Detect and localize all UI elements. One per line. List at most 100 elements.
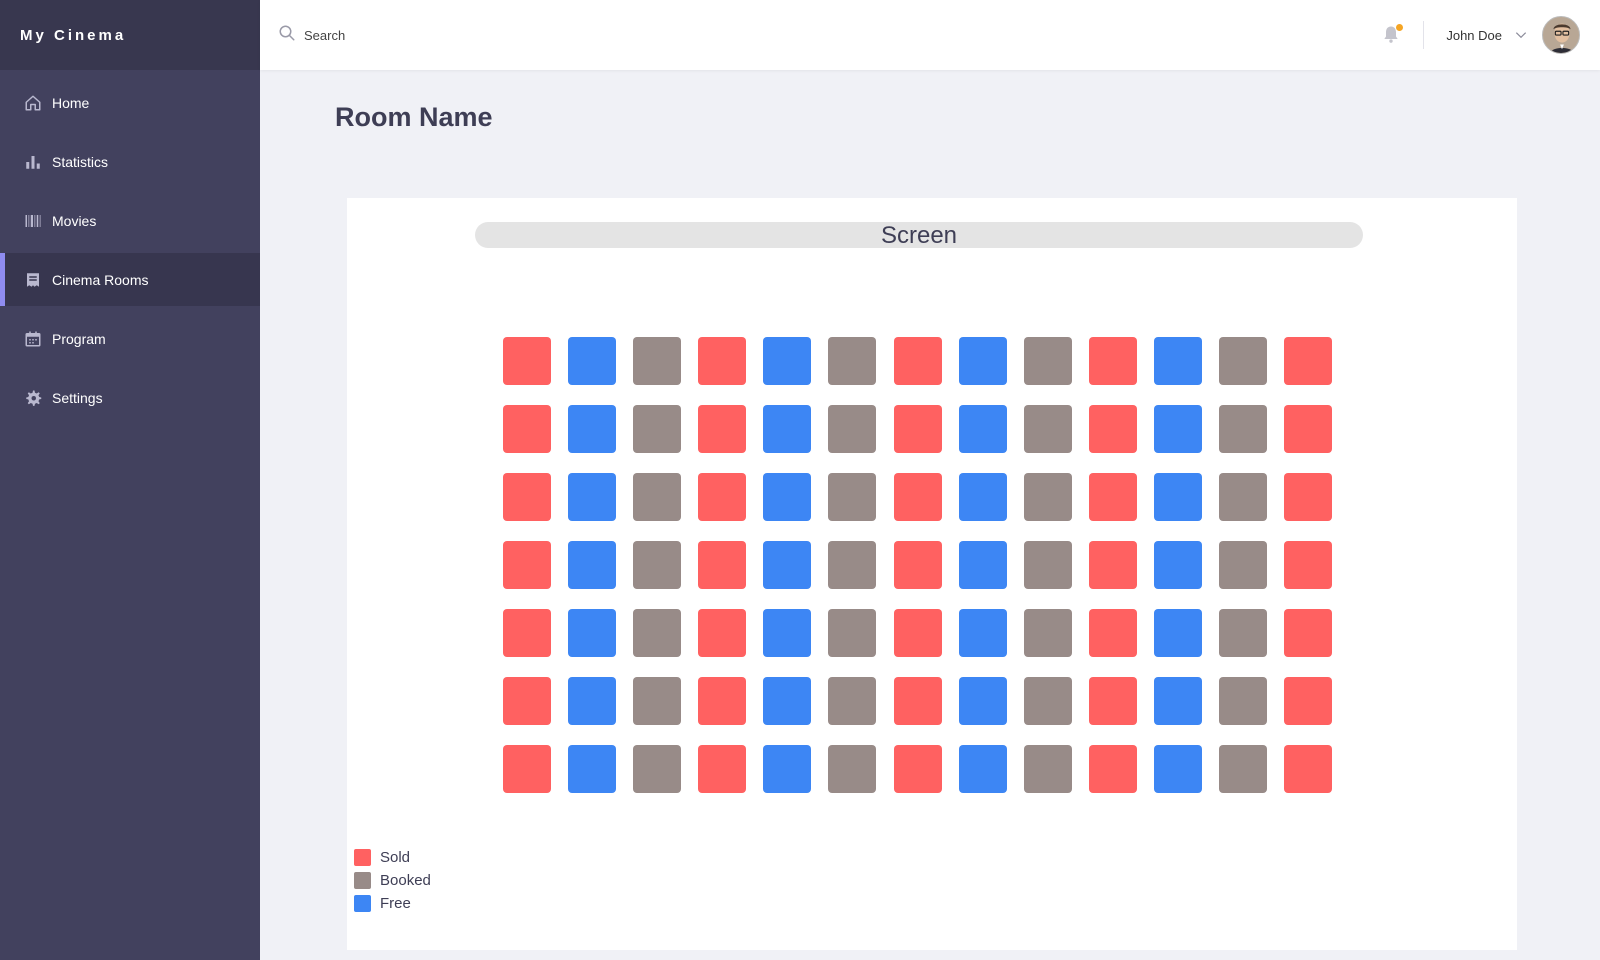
- seat-free[interactable]: [568, 745, 617, 793]
- seat-free[interactable]: [763, 405, 812, 453]
- seat-free[interactable]: [763, 677, 812, 725]
- seat-booked[interactable]: [1023, 745, 1072, 793]
- seat-booked[interactable]: [828, 405, 877, 453]
- seat-free[interactable]: [568, 405, 617, 453]
- seat-sold[interactable]: [1088, 405, 1137, 453]
- seat-free[interactable]: [568, 337, 617, 385]
- seat-booked[interactable]: [1023, 473, 1072, 521]
- sidebar-item-settings[interactable]: Settings: [0, 371, 260, 424]
- notification-bell-icon[interactable]: [1381, 24, 1404, 46]
- seat-sold[interactable]: [698, 541, 747, 589]
- seat-booked[interactable]: [828, 745, 877, 793]
- seat-booked[interactable]: [828, 609, 877, 657]
- seat-sold[interactable]: [893, 677, 942, 725]
- seat-booked[interactable]: [1219, 609, 1268, 657]
- seat-free[interactable]: [958, 677, 1007, 725]
- seat-booked[interactable]: [1023, 677, 1072, 725]
- user-name[interactable]: John Doe: [1446, 28, 1502, 43]
- seat-free[interactable]: [1153, 405, 1202, 453]
- seat-booked[interactable]: [1219, 405, 1268, 453]
- seat-sold[interactable]: [1088, 677, 1137, 725]
- seat-sold[interactable]: [503, 541, 551, 589]
- seat-sold[interactable]: [503, 745, 551, 793]
- seat-booked[interactable]: [1023, 337, 1072, 385]
- seat-free[interactable]: [763, 473, 812, 521]
- sidebar-item-movies[interactable]: Movies: [0, 194, 260, 247]
- seat-booked[interactable]: [633, 745, 682, 793]
- seat-sold[interactable]: [1284, 337, 1333, 385]
- seat-booked[interactable]: [828, 473, 877, 521]
- seat-sold[interactable]: [893, 745, 942, 793]
- seat-sold[interactable]: [1088, 609, 1137, 657]
- seat-free[interactable]: [958, 337, 1007, 385]
- seat-booked[interactable]: [1219, 473, 1268, 521]
- seat-booked[interactable]: [633, 609, 682, 657]
- seat-sold[interactable]: [893, 337, 942, 385]
- sidebar-item-program[interactable]: Program: [0, 312, 260, 365]
- seat-booked[interactable]: [1023, 405, 1072, 453]
- seat-sold[interactable]: [698, 745, 747, 793]
- seat-free[interactable]: [1153, 337, 1202, 385]
- seat-booked[interactable]: [633, 337, 682, 385]
- seat-sold[interactable]: [698, 609, 747, 657]
- seat-free[interactable]: [568, 677, 617, 725]
- seat-sold[interactable]: [698, 677, 747, 725]
- seat-free[interactable]: [1153, 677, 1202, 725]
- seat-sold[interactable]: [1088, 337, 1137, 385]
- avatar[interactable]: [1542, 16, 1580, 54]
- seat-booked[interactable]: [1219, 677, 1268, 725]
- seat-free[interactable]: [1153, 745, 1202, 793]
- seat-booked[interactable]: [1219, 745, 1268, 793]
- seat-free[interactable]: [958, 405, 1007, 453]
- seat-free[interactable]: [958, 745, 1007, 793]
- seat-sold[interactable]: [503, 337, 551, 385]
- chevron-down-icon[interactable]: [1514, 28, 1528, 42]
- seat-free[interactable]: [1153, 541, 1202, 589]
- seat-sold[interactable]: [893, 405, 942, 453]
- search-input[interactable]: [304, 27, 604, 43]
- sidebar-item-cinema-rooms[interactable]: Cinema Rooms: [0, 253, 260, 306]
- seat-booked[interactable]: [633, 405, 682, 453]
- seat-sold[interactable]: [1284, 473, 1333, 521]
- seat-sold[interactable]: [503, 677, 551, 725]
- seat-free[interactable]: [763, 541, 812, 589]
- seat-sold[interactable]: [1284, 745, 1333, 793]
- seat-sold[interactable]: [1284, 541, 1333, 589]
- seat-booked[interactable]: [1023, 541, 1072, 589]
- seat-free[interactable]: [1153, 609, 1202, 657]
- seat-free[interactable]: [763, 337, 812, 385]
- brand-logo[interactable]: My Cinema: [0, 0, 260, 70]
- seat-sold[interactable]: [503, 609, 551, 657]
- seat-free[interactable]: [763, 745, 812, 793]
- seat-free[interactable]: [958, 541, 1007, 589]
- seat-sold[interactable]: [1284, 405, 1333, 453]
- seat-booked[interactable]: [1219, 337, 1268, 385]
- seat-booked[interactable]: [633, 473, 682, 521]
- seat-free[interactable]: [958, 609, 1007, 657]
- seat-booked[interactable]: [828, 677, 877, 725]
- seat-sold[interactable]: [893, 609, 942, 657]
- seat-booked[interactable]: [1023, 609, 1072, 657]
- seat-sold[interactable]: [1088, 473, 1137, 521]
- seat-booked[interactable]: [633, 541, 682, 589]
- seat-sold[interactable]: [1088, 745, 1137, 793]
- sidebar-item-home[interactable]: Home: [0, 76, 260, 129]
- seat-free[interactable]: [763, 609, 812, 657]
- seat-booked[interactable]: [633, 677, 682, 725]
- seat-sold[interactable]: [503, 405, 551, 453]
- seat-free[interactable]: [568, 473, 617, 521]
- seat-booked[interactable]: [1219, 541, 1268, 589]
- seat-free[interactable]: [568, 609, 617, 657]
- seat-sold[interactable]: [1284, 609, 1333, 657]
- seat-sold[interactable]: [1284, 677, 1333, 725]
- seat-sold[interactable]: [698, 337, 747, 385]
- seat-sold[interactable]: [698, 405, 747, 453]
- seat-sold[interactable]: [893, 541, 942, 589]
- seat-sold[interactable]: [698, 473, 747, 521]
- seat-free[interactable]: [958, 473, 1007, 521]
- seat-sold[interactable]: [1088, 541, 1137, 589]
- seat-sold[interactable]: [503, 473, 551, 521]
- seat-booked[interactable]: [828, 337, 877, 385]
- seat-free[interactable]: [1153, 473, 1202, 521]
- seat-free[interactable]: [568, 541, 617, 589]
